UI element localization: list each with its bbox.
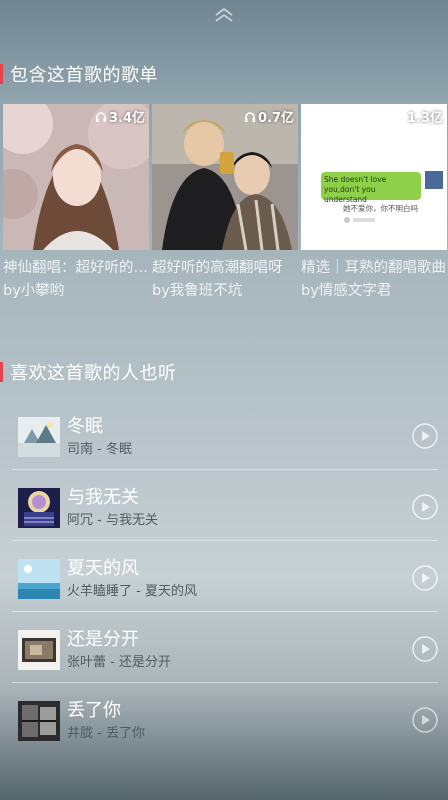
section-title-text: 喜欢这首歌的人也听	[10, 363, 177, 384]
playlists-section-title: 包含这首歌的歌单	[0, 62, 158, 86]
playlist-cover: She doesn't love you,don't you understan…	[301, 104, 447, 250]
chat-bubble-text: She doesn't love you,don't you understan…	[324, 175, 387, 204]
playlist-row: 3.4亿 神仙翻唱：超好听的翻唱 by小攀哟 0.7亿 超好听的高潮翻唱呀 by…	[3, 104, 448, 304]
play-circle-icon[interactable]	[412, 423, 438, 449]
playlist-author[interactable]: by情感文字君	[301, 279, 447, 300]
play-count: 3.4亿	[95, 107, 145, 126]
play-circle-icon[interactable]	[412, 494, 438, 520]
play-circle-icon[interactable]	[412, 707, 438, 733]
song-item[interactable]: 夏天的风 火羊瞌睡了 - 夏天的风	[0, 542, 448, 612]
playlist-cover: 0.7亿	[152, 104, 298, 250]
similar-section-title: 喜欢这首歌的人也听	[0, 360, 177, 384]
song-thumbnail	[18, 417, 60, 457]
headphones-icon	[95, 111, 106, 122]
row-divider	[12, 469, 438, 470]
playlist-cover: 3.4亿	[3, 104, 149, 250]
playlist-card[interactable]: She doesn't love you,don't you understan…	[301, 104, 447, 300]
song-subtitle: 井胧 - 丢了你	[67, 726, 145, 741]
song-subtitle: 火羊瞌睡了 - 夏天的风	[67, 584, 197, 599]
song-item[interactable]: 还是分开 张叶蕾 - 还是分开	[0, 613, 448, 683]
song-thumbnail	[18, 701, 60, 741]
collapse-chevron-icon[interactable]	[212, 6, 236, 24]
song-item[interactable]: 与我无关 阿冗 - 与我无关	[0, 471, 448, 541]
section-title-text: 包含这首歌的歌单	[10, 65, 158, 86]
song-item[interactable]: 冬眠 司南 - 冬眠	[0, 400, 448, 470]
song-thumbnail	[18, 488, 60, 528]
song-title: 冬眠	[67, 416, 103, 437]
play-count: 0.7亿	[244, 107, 294, 126]
play-circle-icon[interactable]	[412, 636, 438, 662]
playlist-author[interactable]: by小攀哟	[3, 279, 149, 300]
playlist-name[interactable]: 超好听的高潮翻唱呀	[152, 256, 298, 277]
song-subtitle: 阿冗 - 与我无关	[67, 513, 158, 528]
song-title: 丢了你	[67, 700, 121, 721]
song-thumbnail	[18, 630, 60, 670]
song-item[interactable]: 丢了你 井胧 - 丢了你	[0, 684, 448, 754]
headphones-icon	[393, 111, 404, 122]
song-title: 与我无关	[67, 487, 139, 508]
play-count-text: 1.3亿	[406, 111, 443, 126]
song-subtitle: 张叶蕾 - 还是分开	[67, 655, 171, 670]
row-divider	[12, 682, 438, 683]
row-divider	[12, 611, 438, 612]
playlist-name[interactable]: 神仙翻唱：超好听的翻唱	[3, 256, 149, 277]
playlist-card[interactable]: 0.7亿 超好听的高潮翻唱呀 by我鲁班不坑	[152, 104, 298, 300]
song-thumbnail	[18, 559, 60, 599]
play-circle-icon[interactable]	[412, 565, 438, 591]
section-accent-bar	[0, 362, 3, 382]
playlist-author[interactable]: by我鲁班不坑	[152, 279, 298, 300]
row-divider	[12, 540, 438, 541]
song-subtitle: 司南 - 冬眠	[67, 442, 132, 457]
playlist-card[interactable]: 3.4亿 神仙翻唱：超好听的翻唱 by小攀哟	[3, 104, 149, 300]
section-accent-bar	[0, 64, 3, 84]
song-title: 还是分开	[67, 629, 139, 650]
song-title: 夏天的风	[67, 558, 139, 579]
playlist-name[interactable]: 精选｜耳熟的翻唱歌曲	[301, 256, 447, 277]
play-count: 1.3亿	[393, 107, 443, 126]
headphones-icon	[244, 111, 255, 122]
cover-caption: 她不爱你，你不明白吗	[343, 204, 418, 213]
play-count-text: 0.7亿	[257, 111, 294, 126]
play-count-text: 3.4亿	[108, 111, 145, 126]
